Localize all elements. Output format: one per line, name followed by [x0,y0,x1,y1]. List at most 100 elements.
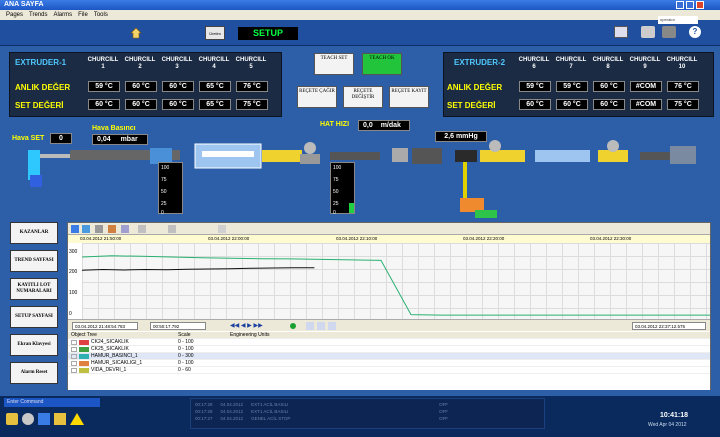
zoom-icon[interactable] [138,225,146,233]
zoom-fit-icon[interactable] [328,322,336,330]
recete-cagir-button[interactable]: REÇETE ÇAĞIR [297,86,337,108]
alarm-row[interactable]: 00:17:28 04.04.2012 EXT1 ACİL BASILI OFF [195,401,540,408]
grid-view-icon[interactable] [614,26,628,38]
pipe-1 [40,154,70,158]
alarm-row[interactable]: 00:17:28 04.04.2012 EXT1 ACİL BASILI OFF [195,408,540,415]
menu-trends[interactable]: Trends [29,12,47,18]
menu-pages[interactable]: Pages [6,12,23,18]
table-icon[interactable] [218,225,226,233]
alarm-folder-icon[interactable] [54,413,66,425]
screw-feed [463,162,467,198]
help-icon[interactable]: ? [689,26,701,38]
visibility-checkbox[interactable] [71,353,77,359]
menu-tools[interactable]: Tools [94,12,108,18]
trend-toolbar [68,223,710,235]
tree-row[interactable]: HAMUR_SICAKLIGI_1 0 - 100 [68,360,710,367]
ext1-set-5[interactable]: 75 °C [236,99,268,110]
ext2-col-8: CHURCILL 8 [592,57,624,70]
ext2-set-9[interactable]: #COM [630,99,662,110]
ext2-col-6: CHURCILL 6 [518,57,550,70]
motor-1-icon [304,142,316,154]
ext2-set-6[interactable]: 60 °C [519,99,551,110]
kayitli-lot-button[interactable]: KAYITLI LOT NUMARALARI [10,278,58,300]
tree-row[interactable]: VIDA_DEVRI_1 0 - 60 [68,367,710,374]
alarm-list[interactable]: 00:17:28 04.04.2012 EXT1 ACİL BASILI OFF… [190,398,545,429]
tree-row[interactable]: HAMUR_BASINCI_1 0 - 300 [68,353,710,360]
gauge-1-tick-0: 0 [161,210,164,216]
user-icon[interactable] [38,413,50,425]
open-icon[interactable] [71,225,79,233]
tree-row[interactable]: CK25_SICAKLIK 0 - 100 [68,346,710,353]
object-tree-table: Object Tree Scale Engineering Units CK24… [68,332,710,390]
cooling-tank [535,150,590,162]
tree-row-scale: 0 - 100 [178,339,194,345]
gear-icon[interactable] [6,413,18,425]
ext1-anlik-label: ANLIK DEĞER [15,83,71,92]
menu-alarms[interactable]: Alarms [53,12,72,18]
visibility-checkbox[interactable] [71,339,77,345]
ekran-klavyesi-button[interactable]: Ekran Klavyesi [10,334,58,356]
maximize-icon[interactable] [686,1,694,9]
ext2-set-7[interactable]: 60 °C [556,99,588,110]
zoom-out-icon[interactable] [317,322,325,330]
recete-kayit-button[interactable]: REÇETE KAYIT [389,86,429,108]
ext2-col-10: CHURCILL 10 [666,57,698,70]
command-field[interactable]: Enter Command [4,398,100,407]
ext2-set-10[interactable]: 75 °C [667,99,699,110]
print-icon[interactable] [95,225,103,233]
ext1-col-2: CHURCILL 2 [124,57,156,70]
die-1 [262,150,302,162]
window-title: ANA SAYFA [4,1,44,8]
ext1-set-3[interactable]: 60 °C [162,99,194,110]
nav-controls[interactable]: ◀◀ ◀ ▶ ▶▶ [230,322,263,329]
user-field[interactable]: operator [658,16,698,24]
series-color-swatch [79,339,89,345]
setup-sayfasi-button[interactable]: SETUP SAYFASI [10,306,58,328]
printer-icon[interactable] [641,26,655,38]
duration-field[interactable]: 00:50:17.792 [150,322,206,330]
home-icon[interactable] [130,27,142,39]
export-icon[interactable] [108,225,116,233]
gauge-2-tick-25: 25 [333,201,339,207]
ext1-set-4[interactable]: 65 °C [199,99,231,110]
ext1-set-1[interactable]: 60 °C [88,99,120,110]
end-time-field[interactable]: 03.04.2012 22:37:12.575 [632,322,706,330]
recete-degistir-button[interactable]: REÇETE DEĞİŞTİR [343,86,383,108]
gauge-1-tick-25: 25 [161,201,167,207]
ext1-anlik-3: 60 °C [162,81,194,92]
trend-sayfasi-button[interactable]: TREND SAYFASI [10,250,58,272]
settings-icon[interactable] [662,26,676,38]
zoom-tools[interactable] [306,322,356,330]
copy-icon[interactable] [121,225,129,233]
tree-row-name: CK25_SICAKLIK [68,346,178,352]
save-icon[interactable] [82,225,90,233]
alarm-row[interactable]: 00:17:27 04.04.2012 GENEL ACİL STOP OFF [195,415,540,422]
teach-ok-button[interactable]: TEACH OK [362,53,402,75]
extruder1-panel: EXTRUDER-1 CHURCILL 1 CHURCILL 2 CHURCIL… [9,52,282,117]
tree-row[interactable]: CK24_SICAKLIK 0 - 100 [68,339,710,346]
series-color-swatch [79,360,89,366]
series-color-swatch [79,367,89,373]
visibility-checkbox[interactable] [71,367,77,373]
start-time-field[interactable]: 03.04.2012 21:48:54.783 [72,322,138,330]
menu-file[interactable]: File [78,12,88,18]
window-controls [676,1,704,9]
minimize-icon[interactable] [676,1,684,9]
play-icon[interactable] [290,323,296,329]
recycle-icon[interactable] [22,413,34,425]
warning-icon[interactable] [70,413,84,425]
close-icon[interactable] [696,1,704,9]
teach-set-button[interactable]: TEACH SET [314,53,354,75]
kazanlar-button[interactable]: KAZANLAR [10,222,58,244]
ext1-set-2[interactable]: 60 °C [125,99,157,110]
y-tick-100: 100 [69,290,78,296]
ext2-set-8[interactable]: 60 °C [593,99,625,110]
visibility-checkbox[interactable] [71,360,77,366]
cursor-icon[interactable] [168,225,176,233]
alarm-reset-button[interactable]: Alarm Reset [10,362,58,384]
zoom-in-icon[interactable] [306,322,314,330]
tree-row-units [230,367,350,373]
visibility-checkbox[interactable] [71,346,77,352]
trend-plot-area[interactable] [81,243,710,319]
production-button[interactable]: Üretim [205,26,225,40]
